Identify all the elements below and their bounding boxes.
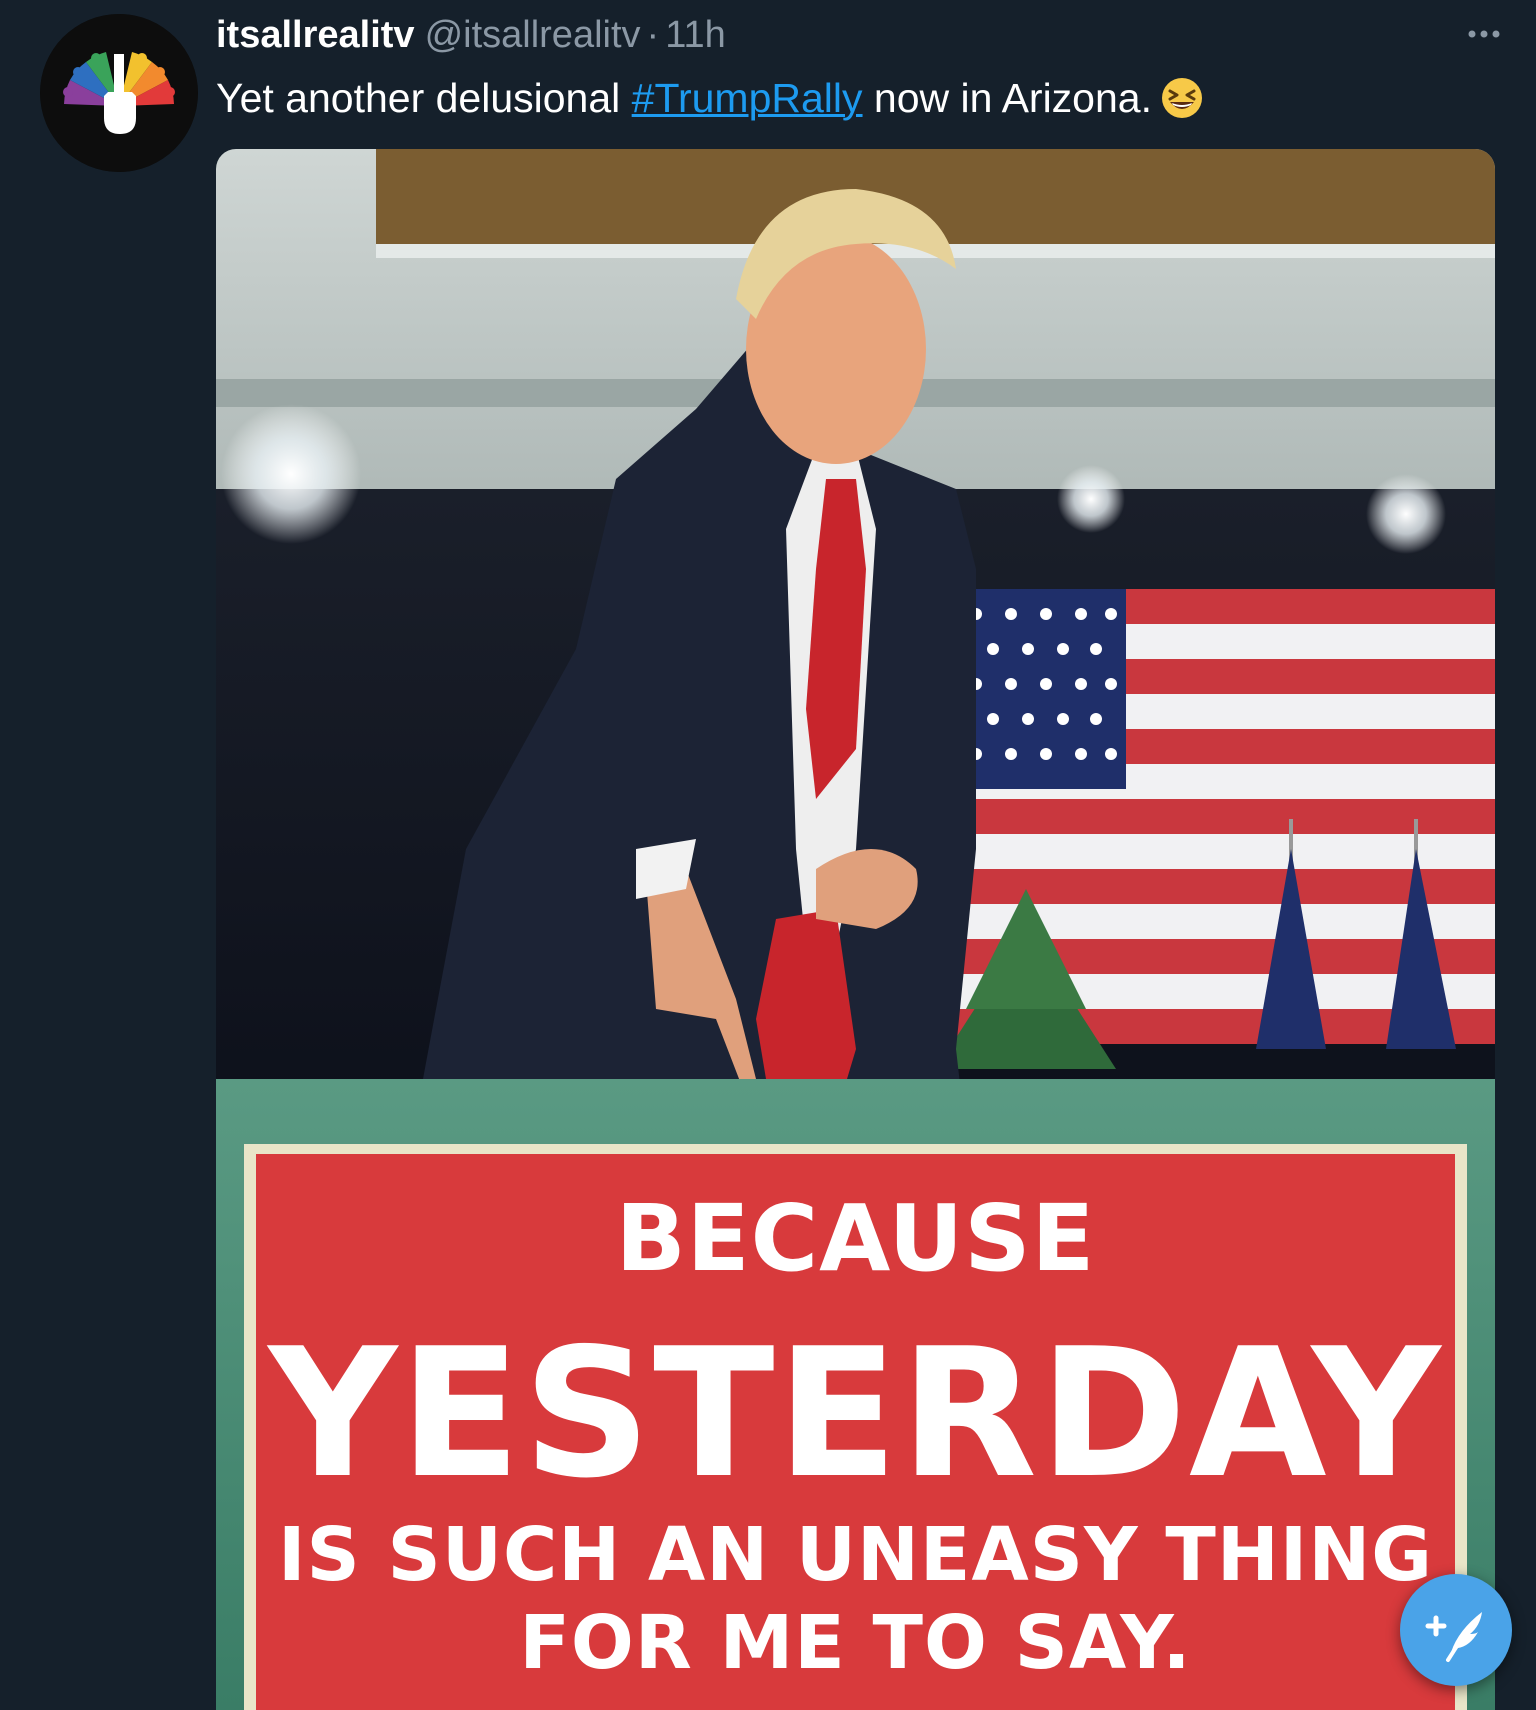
tweet-media-image[interactable]: BECAUSE YESTERDAY IS SUCH AN UNEASY THIN… (216, 149, 1495, 1710)
tweet-text: Yet another delusional #TrumpRally now i… (216, 72, 1204, 124)
compose-feather-plus-icon (1425, 1612, 1482, 1662)
tweet-header: itsallrealitv @itsallrealitv · 11h (216, 10, 726, 60)
hashtag-link[interactable]: #TrumpRally (632, 75, 863, 121)
grinning-squinting-face-icon (1160, 76, 1204, 120)
sign-line-1: BECAUSE (615, 1185, 1096, 1292)
sign-line-3: IS SUCH AN UNEASY THING (277, 1512, 1434, 1598)
peacock-middle-finger-avatar-icon (40, 14, 198, 172)
tweet-text-before: Yet another delusional (216, 75, 632, 121)
compose-tweet-button[interactable] (1400, 1574, 1512, 1686)
user-handle[interactable]: @itsallrealitv (425, 10, 641, 60)
sign-line-2: YESTERDAY (268, 1310, 1443, 1517)
display-name[interactable]: itsallrealitv (216, 10, 415, 60)
more-options-button[interactable] (1462, 14, 1506, 54)
header-separator: · (646, 14, 660, 56)
tweet-timestamp[interactable]: 11h (665, 10, 726, 60)
tweet: itsallrealitv @itsallrealitv · 11h Yet a… (0, 0, 1536, 1710)
sign-line-4: FOR ME TO SAY. (519, 1600, 1192, 1686)
tweet-text-after: now in Arizona. (862, 75, 1152, 121)
avatar[interactable] (40, 14, 198, 172)
more-horizontal-icon (1468, 30, 1500, 38)
